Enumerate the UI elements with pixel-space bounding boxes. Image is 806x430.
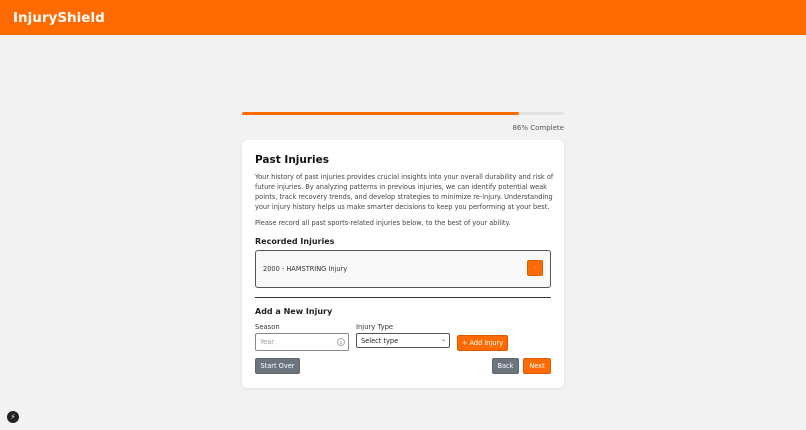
description-text: Your history of past injuries provides c… [255, 173, 554, 211]
instruction-text: Please record all past sports-related in… [255, 219, 511, 227]
injury-type-select[interactable]: Select type ⌄ [356, 333, 450, 348]
page-title: Past Injuries [255, 154, 330, 166]
add-injury-heading: Add a New Injury [255, 307, 333, 316]
brand-logo[interactable]: InjuryShield [13, 10, 105, 26]
dot-icon: · [534, 264, 536, 272]
injury-type-value: Select type [361, 336, 399, 345]
progress-fill [242, 112, 519, 115]
recorded-injuries-list: 2000 - HAMSTRING Injury · [255, 250, 551, 288]
season-input[interactable]: Year ⇕ [255, 333, 349, 351]
recorded-injuries-heading: Recorded Injuries [255, 237, 335, 246]
list-item: 2000 - HAMSTRING Injury [263, 265, 348, 273]
chevron-down-icon: ⌄ [440, 336, 446, 343]
app-header: InjuryShield [0, 0, 806, 35]
back-button[interactable]: Back [492, 358, 519, 374]
spinner-icon[interactable]: ⇕ [337, 338, 345, 346]
injury-type-label: Injury Type [356, 323, 394, 331]
start-over-button[interactable]: Start Over [255, 358, 300, 374]
progress-bar [242, 112, 564, 115]
section-divider [255, 297, 551, 298]
lightning-icon[interactable]: ⚡ [7, 411, 19, 423]
progress-label: 86% Complete [512, 124, 564, 132]
remove-injury-button[interactable]: · [527, 260, 543, 276]
season-label: Season [255, 323, 280, 331]
next-button[interactable]: Next [523, 358, 551, 374]
season-placeholder: Year [260, 338, 274, 346]
add-injury-button[interactable]: + Add Injury [457, 335, 508, 351]
past-injuries-card: Past Injuries Your history of past injur… [242, 140, 564, 388]
